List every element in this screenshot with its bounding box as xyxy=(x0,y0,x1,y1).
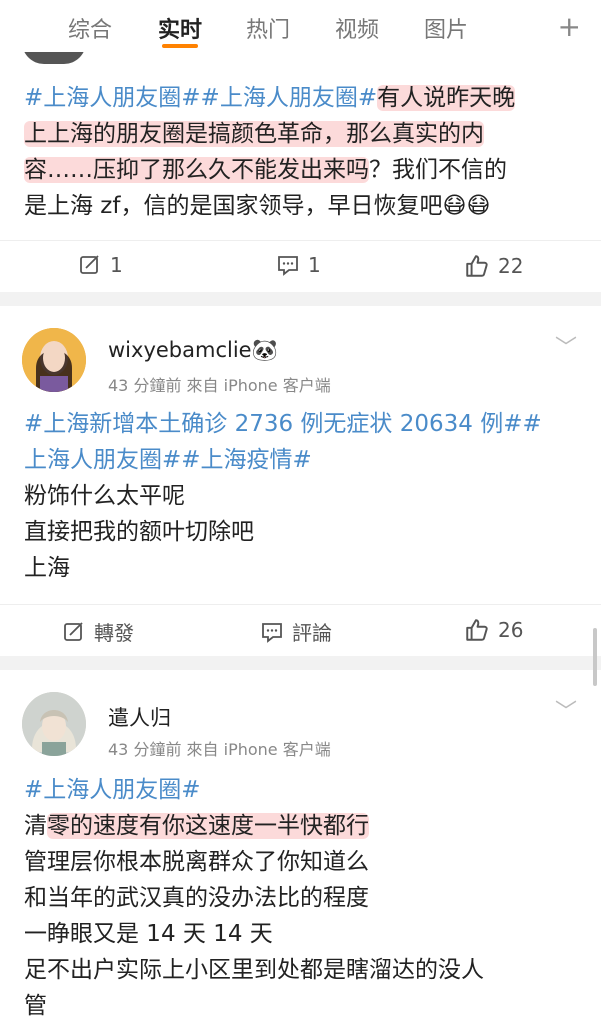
highlight-text: 有人说昨天晚 xyxy=(377,85,516,111)
comment-count: 1 xyxy=(308,253,321,277)
tab-bar: 综合 实时 热门 视频 图片 + xyxy=(0,0,601,52)
chevron-down-icon[interactable]: ﹀ xyxy=(555,330,577,362)
avatar[interactable] xyxy=(22,328,86,392)
post-text: #上海人朋友圈# 清零的速度有你这速度一半快都行 管理层你根本脱离群众了你知道么… xyxy=(24,772,584,1024)
repost-button[interactable]: 轉發 xyxy=(62,617,134,646)
post-separator xyxy=(0,656,601,670)
like-icon xyxy=(466,255,488,277)
post-text-line: 和当年的武汉真的没办法比的程度 xyxy=(24,885,369,911)
post-text-line: 一睁眼又是 14 天 14 天 xyxy=(24,921,273,947)
post-actions: 1 1 22 xyxy=(0,240,601,293)
chevron-down-icon[interactable]: ﹀ xyxy=(555,694,577,726)
like-button[interactable]: 22 xyxy=(464,253,523,279)
post-text-line: 直接把我的额叶切除吧 xyxy=(24,519,254,545)
like-count: 26 xyxy=(498,618,524,642)
scrollbar[interactable] xyxy=(593,628,597,686)
comment-button[interactable]: 評論 xyxy=(260,617,332,646)
highlight-text: 上上海的朋友圈是搞颜色革命，那么真实的内 xyxy=(24,121,484,147)
repost-count: 1 xyxy=(110,253,123,277)
repost-icon xyxy=(64,621,83,641)
tab-comprehensive[interactable]: 综合 xyxy=(68,12,112,44)
post-text-line: 粉饰什么太平呢 xyxy=(24,483,185,509)
post-text-line: 管 xyxy=(24,993,47,1019)
post-actions: 轉發 評論 26 xyxy=(0,604,601,657)
post-text: #上海新增本土确诊 2736 例无症状 20634 例## 上海人朋友圈##上海… xyxy=(24,406,584,586)
like-icon xyxy=(466,619,488,641)
like-count: 22 xyxy=(498,254,524,278)
username[interactable]: 遣人归 xyxy=(108,702,171,732)
post-text-line: ？我们不信的 xyxy=(369,157,507,183)
repost-button[interactable]: 1 xyxy=(78,253,123,277)
hashtag[interactable]: #上海新增本土确诊 2736 例无症状 20634 例## xyxy=(24,406,584,442)
post-text: #上海人朋友圈##上海人朋友圈#有人说昨天晚 上上海的朋友圈是搞颜色革命，那么真… xyxy=(24,80,584,224)
avatar[interactable] xyxy=(22,692,86,756)
post-text-line: 清 xyxy=(24,813,47,839)
comment-label: 評論 xyxy=(292,621,332,645)
tab-realtime[interactable]: 实时 xyxy=(158,12,202,44)
post-meta: 43 分鐘前 來自 iPhone 客户端 xyxy=(108,740,331,759)
tab-images[interactable]: 图片 xyxy=(424,12,468,44)
post-card: wixyebamclie🐼 43 分鐘前 來自 iPhone 客户端 ﹀ #上海… xyxy=(0,306,601,656)
post-card: 遣人归 43 分鐘前 來自 iPhone 客户端 ﹀ #上海人朋友圈# 清零的速… xyxy=(0,670,601,1024)
like-button[interactable]: 26 xyxy=(464,617,523,643)
repost-icon xyxy=(80,255,99,274)
avatar-image xyxy=(22,692,86,756)
comment-button[interactable]: 1 xyxy=(276,253,321,277)
post-card: #上海人朋友圈##上海人朋友圈#有人说昨天晚 上上海的朋友圈是搞颜色革命，那么真… xyxy=(0,42,601,293)
tab-hot[interactable]: 热门 xyxy=(246,12,290,44)
repost-label: 轉發 xyxy=(94,621,134,645)
tab-video[interactable]: 视频 xyxy=(335,12,379,44)
comment-icon xyxy=(278,256,298,276)
hashtag[interactable]: #上海人朋友圈##上海人朋友圈# xyxy=(24,85,377,111)
comment-icon xyxy=(262,622,282,643)
post-text-line: 上海 xyxy=(24,555,70,581)
hashtag[interactable]: #上海人朋友圈# xyxy=(24,772,584,808)
active-tab-indicator xyxy=(162,44,198,48)
post-text-line: 是上海 zf，信的是国家领导，早日恢复吧😷😷 xyxy=(24,193,491,219)
post-text-line: 足不出户实际上小区里到处都是瞎溜达的没人 xyxy=(24,957,484,983)
highlight-text: 容……压抑了那么久不能发出来吗 xyxy=(24,157,369,183)
hashtag[interactable]: 上海人朋友圈##上海疫情# xyxy=(24,442,584,478)
add-tab-button[interactable]: + xyxy=(558,10,581,43)
avatar-image xyxy=(22,328,86,392)
username[interactable]: wixyebamclie🐼 xyxy=(108,338,278,363)
post-text-line: 管理层你根本脱离群众了你知道么 xyxy=(24,849,369,875)
post-meta: 43 分鐘前 來自 iPhone 客户端 xyxy=(108,376,331,395)
post-separator xyxy=(0,292,601,306)
highlight-text: 零的速度有你这速度一半快都行 xyxy=(47,813,369,839)
